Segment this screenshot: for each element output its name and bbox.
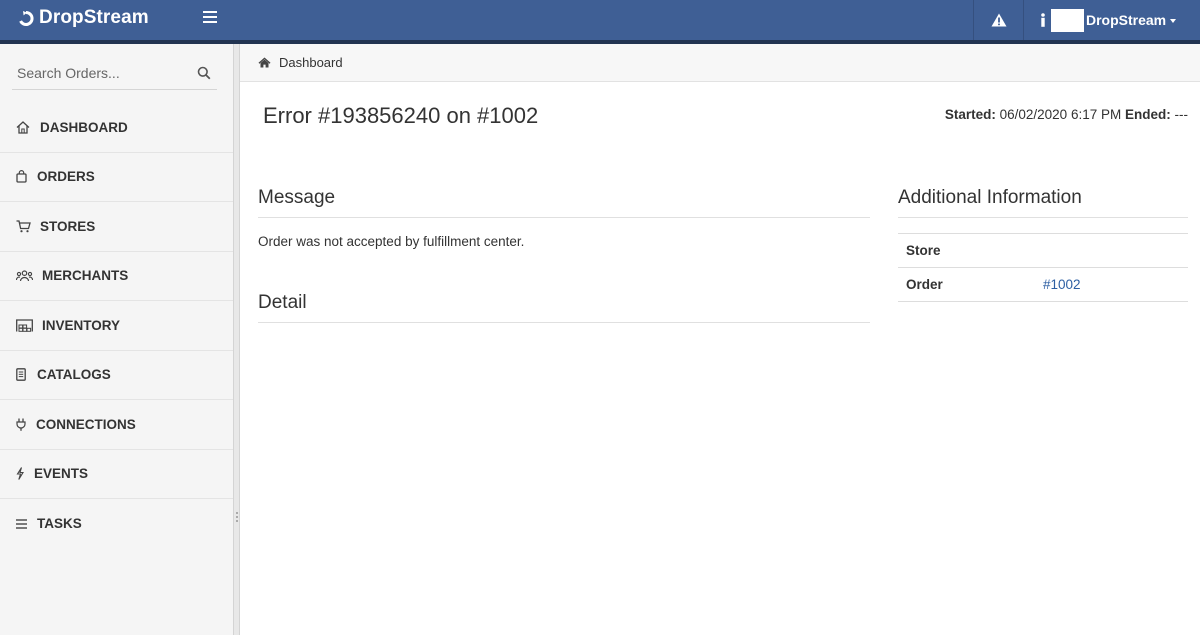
chevron-down-icon bbox=[1170, 19, 1177, 23]
sidebar-item-orders[interactable]: ORDERS bbox=[0, 153, 233, 202]
order-link[interactable]: #1002 bbox=[1043, 277, 1081, 292]
store-key: Store bbox=[906, 243, 941, 258]
grip-dots-icon bbox=[236, 512, 238, 524]
avatar bbox=[1051, 8, 1084, 32]
top-navbar: DropStream DropStream bbox=[0, 0, 1200, 44]
message-text: Order was not accepted by fulfillment ce… bbox=[258, 234, 525, 249]
page-title: Error #193856240 on #1002 bbox=[263, 103, 539, 128]
breadcrumb-dashboard-link[interactable]: Dashboard bbox=[279, 55, 343, 70]
sidebar-item-tasks[interactable]: TASKS bbox=[0, 499, 233, 549]
sidebar-item-stores[interactable]: STORES bbox=[0, 202, 233, 252]
sidebar-item-label: STORES bbox=[40, 218, 96, 234]
sidebar-item-label: INVENTORY bbox=[42, 317, 121, 333]
user-icon bbox=[1041, 13, 1045, 27]
sidebar-item-label: CATALOGS bbox=[37, 367, 111, 383]
started-value: 06/02/2020 6:17 PM bbox=[999, 107, 1122, 122]
sidebar-nav: DASHBOARD ORDERS STORES MERCHANTS INVENT… bbox=[0, 103, 233, 549]
warning-icon bbox=[991, 13, 1006, 27]
run-times: Started: 06/02/2020 6:17 PM Ended: --- bbox=[945, 107, 1188, 122]
search-input[interactable] bbox=[12, 57, 192, 89]
bolt-icon bbox=[16, 467, 28, 481]
sidebar-item-dashboard[interactable]: DASHBOARD bbox=[0, 103, 233, 153]
sidebar-item-label: TASKS bbox=[37, 516, 82, 532]
shopping-bag-icon bbox=[16, 170, 31, 184]
sidebar: DASHBOARD ORDERS STORES MERCHANTS INVENT… bbox=[0, 44, 233, 635]
search-box bbox=[12, 57, 217, 90]
ended-label: Ended: bbox=[1124, 107, 1171, 122]
list-icon bbox=[16, 517, 31, 531]
sidebar-item-merchants[interactable]: MERCHANTS bbox=[0, 252, 233, 301]
dropstream-logo-icon bbox=[19, 10, 34, 26]
sidebar-item-inventory[interactable]: INVENTORY bbox=[0, 301, 233, 351]
sidebar-item-label: DASHBOARD bbox=[40, 119, 128, 135]
brand-logo[interactable]: DropStream bbox=[18, 6, 149, 30]
sidebar-item-label: MERCHANTS bbox=[42, 268, 129, 284]
book-icon bbox=[16, 368, 31, 382]
user-name: DropStream bbox=[1086, 12, 1167, 28]
table-row: Order #1002 bbox=[898, 268, 1188, 302]
sidebar-item-catalogs[interactable]: CATALOGS bbox=[0, 351, 233, 400]
table-row: Store bbox=[898, 234, 1188, 268]
order-key: Order bbox=[906, 277, 943, 292]
sidebar-item-events[interactable]: EVENTS bbox=[0, 450, 233, 499]
warehouse-icon bbox=[16, 318, 36, 332]
sidebar-item-label: CONNECTIONS bbox=[36, 416, 136, 432]
sidebar-item-connections[interactable]: CONNECTIONS bbox=[0, 400, 233, 450]
additional-info-table: Store Order #1002 bbox=[898, 233, 1188, 302]
additional-info-heading: Additional Information bbox=[898, 187, 1188, 218]
users-icon bbox=[16, 269, 36, 283]
cart-icon bbox=[16, 219, 34, 233]
sidebar-resize-handle[interactable] bbox=[233, 44, 240, 635]
message-heading: Message bbox=[258, 187, 870, 218]
sidebar-item-label: EVENTS bbox=[34, 466, 89, 482]
home-icon bbox=[258, 57, 271, 68]
brand-name: DropStream bbox=[39, 7, 149, 28]
sidebar-item-label: ORDERS bbox=[37, 169, 95, 185]
breadcrumb: Dashboard bbox=[240, 44, 1200, 82]
sidebar-toggle-button[interactable] bbox=[202, 9, 218, 25]
plug-icon bbox=[16, 417, 30, 431]
ended-value: --- bbox=[1174, 107, 1189, 122]
user-menu[interactable]: DropStream bbox=[1024, 0, 1200, 40]
home-icon bbox=[16, 120, 34, 134]
alerts-button[interactable] bbox=[974, 0, 1023, 40]
detail-heading: Detail bbox=[258, 292, 870, 323]
search-icon[interactable] bbox=[197, 66, 211, 80]
started-label: Started: bbox=[944, 107, 996, 122]
